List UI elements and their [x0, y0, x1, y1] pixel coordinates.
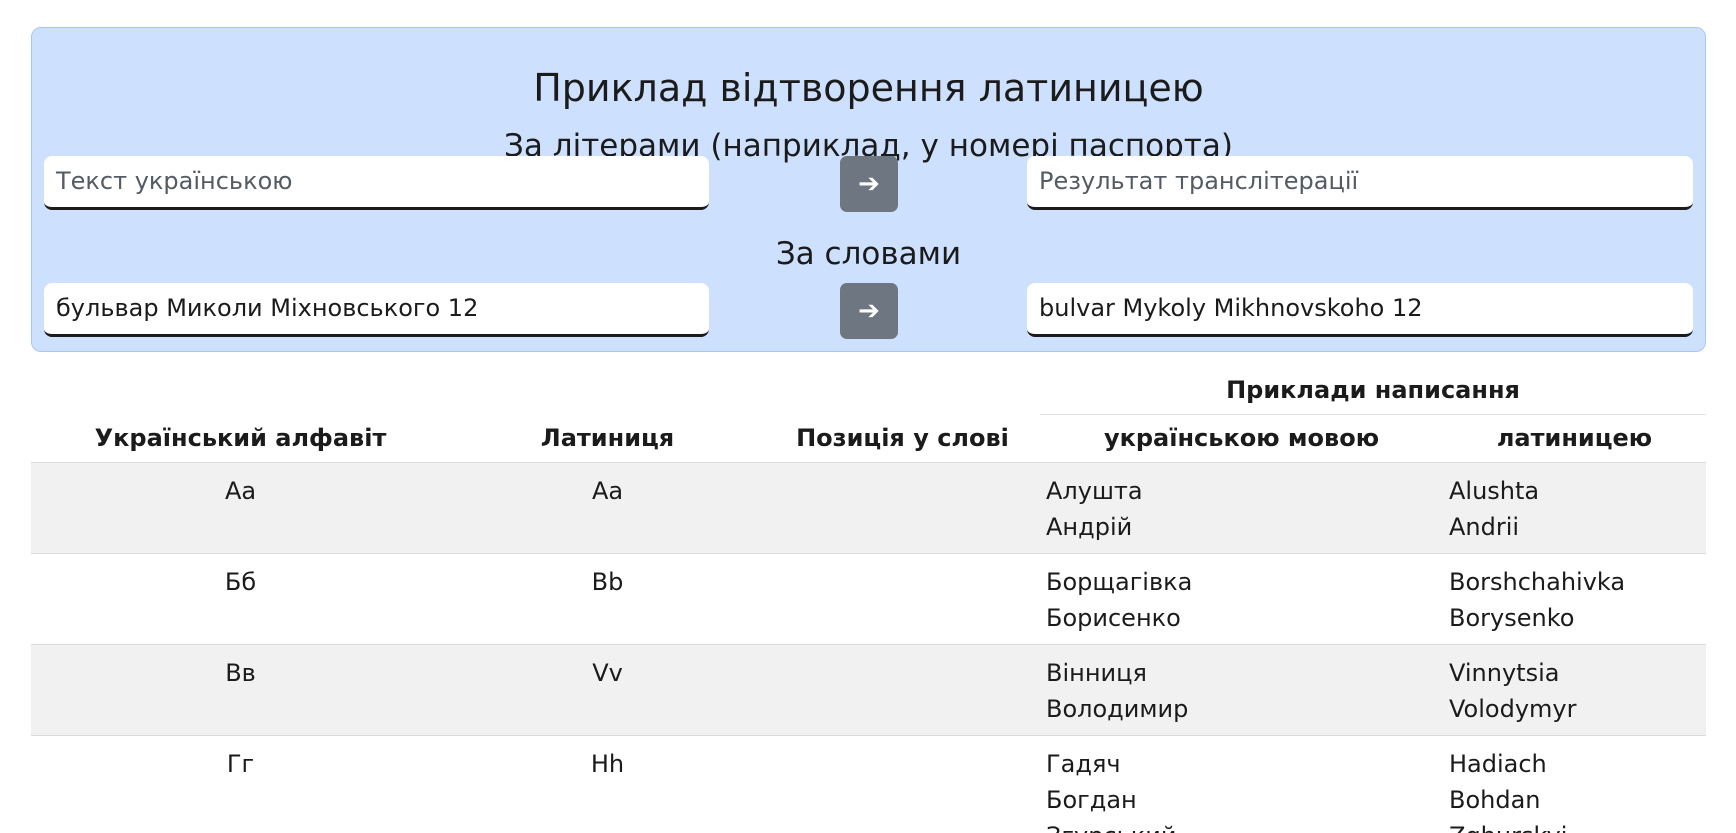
letter-position: [765, 644, 1040, 735]
examples-group-header: Приклади написання: [1040, 366, 1706, 415]
ukrainian-letter: Гг: [226, 749, 255, 778]
example-word: Богдан: [1046, 785, 1137, 814]
arrow-right-icon: ➔: [858, 169, 880, 199]
example-word: Vinnytsia: [1449, 658, 1560, 687]
example-word: Volodymyr: [1449, 694, 1577, 723]
example-word: Борщагівка: [1046, 567, 1193, 596]
examples-ukrainian: Борщагівка Борисенко: [1040, 553, 1443, 644]
arrow-right-icon: ➔: [858, 296, 880, 326]
examples-latin: Hadiach Bohdan Zghurskyi: [1443, 735, 1706, 833]
examples-ukrainian: Алушта Андрій: [1040, 462, 1443, 553]
example-word: Згурський: [1046, 818, 1443, 833]
words-transliterate-button[interactable]: ➔: [840, 283, 898, 339]
letters-result-field[interactable]: Результат транслітерації: [1027, 156, 1693, 210]
column-header-position: Позиція у слові: [796, 423, 1009, 452]
table-row: Вв Vv Вінниця Володимир Vinnytsia Volody…: [31, 644, 1706, 735]
column-header-ukrainian-alphabet: Український алфавіт: [94, 423, 387, 452]
example-word: Андрій: [1046, 512, 1133, 541]
transliteration-table: Приклади написання Український алфавіт Л…: [31, 366, 1706, 833]
letter-position: [765, 553, 1040, 644]
table-row: Бб Bb Борщагівка Борисенко Borshchahivka…: [31, 553, 1706, 644]
examples-latin: Vinnytsia Volodymyr: [1443, 644, 1706, 735]
example-word: Borshchahivka: [1449, 567, 1626, 596]
column-header-latin: Латиниця: [540, 423, 675, 452]
example-word: Hadiach: [1449, 749, 1547, 778]
examples-latin: Alushta Andrii: [1443, 462, 1706, 553]
letters-transliterate-button[interactable]: ➔: [840, 156, 898, 212]
example-word: Володимир: [1046, 694, 1189, 723]
examples-latin: Borshchahivka Borysenko: [1443, 553, 1706, 644]
examples-ukrainian: Гадяч Богдан Згурський: [1040, 735, 1443, 833]
words-result-field[interactable]: bulvar Mykoly Mikhnovskoho 12: [1027, 283, 1693, 337]
example-word: Алушта: [1046, 476, 1143, 505]
example-word: Гадяч: [1046, 749, 1121, 778]
letter-position: [765, 735, 1040, 833]
column-header-examples-latin: латиницею: [1496, 424, 1653, 452]
latin-letter: Bb: [591, 567, 624, 596]
example-word: Andrii: [1449, 512, 1520, 541]
letters-input-field[interactable]: Текст українською: [44, 156, 709, 210]
example-word: Вінниця: [1046, 658, 1147, 687]
example-word: Bohdan: [1449, 785, 1541, 814]
ukrainian-letter: Бб: [224, 567, 257, 596]
words-input-field[interactable]: бульвар Миколи Міхновського 12: [44, 283, 709, 337]
example-word: Zghurskyi: [1449, 818, 1706, 833]
latin-letter: Hh: [590, 749, 625, 778]
letter-position: [765, 462, 1040, 553]
by-words-heading: За словами: [775, 236, 962, 272]
example-word: Alushta: [1449, 476, 1540, 505]
panel-title: Приклад відтворення латиницею: [533, 66, 1204, 110]
ukrainian-letter: Вв: [225, 658, 256, 687]
example-word: Борисенко: [1046, 603, 1181, 632]
ukrainian-letter: Аа: [224, 476, 257, 505]
table-row: Гг Hh Гадяч Богдан Згурський Hadiach Boh…: [31, 735, 1706, 833]
column-header-examples-ukrainian: українською мовою: [1103, 424, 1380, 452]
table-row: Аа Aa Алушта Андрій Alushta Andrii: [31, 462, 1706, 553]
latin-letter: Aa: [591, 476, 624, 505]
examples-ukrainian: Вінниця Володимир: [1040, 644, 1443, 735]
example-word: Borysenko: [1449, 603, 1575, 632]
latin-letter: Vv: [592, 658, 623, 687]
transliteration-panel: Приклад відтворення латиницею За літерам…: [31, 27, 1706, 352]
